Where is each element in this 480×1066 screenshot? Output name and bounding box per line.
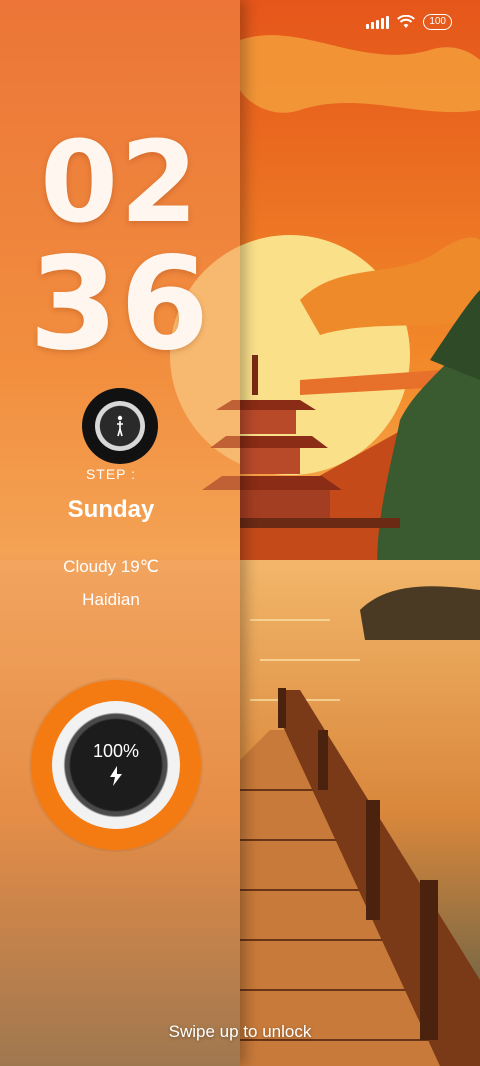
step-label: STEP : [85,466,137,482]
step-progress-ring [95,401,145,451]
clock-minutes: 36 [28,230,212,379]
step-counter-widget[interactable] [82,388,158,464]
cellular-signal-icon [366,15,390,29]
battery-widget[interactable]: 100% [31,680,201,850]
battery-percent: 100% [92,740,140,761]
weather-condition: Cloudy 19℃ [63,557,159,576]
day-of-week: Sunday [67,496,155,523]
clock-hours: 02 [40,118,200,248]
battery-level-badge: 100 [423,14,452,30]
charging-bolt-icon [110,765,122,786]
wifi-icon [397,15,416,28]
weather-city: Haidian [82,590,140,609]
walking-person-icon [117,415,123,437]
status-bar: 100 [366,14,452,30]
swipe-to-unlock-hint[interactable]: Swipe up to unlock [0,1022,480,1042]
battery-dial: 100% [52,701,180,829]
